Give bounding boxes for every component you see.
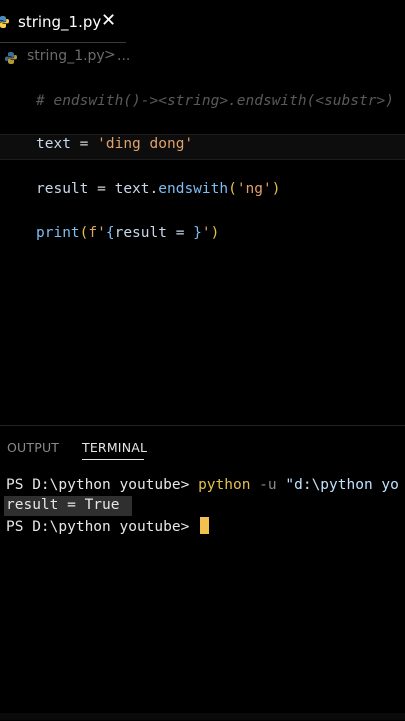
terminal-cursor: [200, 517, 210, 534]
paren-close: ): [210, 225, 220, 241]
assign-operator: =: [70, 136, 98, 152]
method-endswith: endswith: [158, 181, 229, 197]
tab-label: string_1.py: [18, 13, 102, 31]
python-icon: [0, 14, 10, 28]
terminal-prompt: PS D:\python youtube>: [6, 477, 199, 493]
code-line-result: result = text.endswith('ng'): [36, 181, 280, 197]
code-line-text: text = 'ding dong': [36, 136, 193, 152]
active-tab-indicator: [0, 42, 126, 43]
terminal-command-line: PS D:\python youtube> python -u "d:\pyth…: [6, 477, 399, 493]
fstring-end: ': [201, 225, 211, 241]
assign-operator: =: [88, 181, 115, 197]
fstring-brace-open: {: [105, 225, 115, 241]
terminal-argument: "d:\python yo: [285, 477, 399, 493]
terminal-output-line: result = True: [6, 497, 120, 513]
identifier-result: result: [36, 181, 89, 197]
bottom-panel: OUTPUT TERMINAL PS D:\python youtube> py…: [0, 425, 405, 721]
breadcrumb: string_1.py > ...: [0, 44, 405, 68]
fstring-brace-close: }: [193, 225, 202, 241]
paren-open: (: [228, 181, 237, 197]
breadcrumb-more[interactable]: ...: [117, 48, 130, 64]
tab-string-1-py[interactable]: string_1.py ✕: [0, 0, 126, 42]
string-literal: 'ng': [236, 181, 272, 197]
paren-close: ): [271, 181, 281, 197]
active-panel-tab-indicator: [82, 459, 144, 460]
terminal-prompt: PS D:\python youtube>: [6, 519, 199, 535]
status-bar-edge: [0, 713, 405, 720]
terminal-input-line[interactable]: PS D:\python youtube>: [6, 517, 210, 535]
terminal-command: python: [198, 477, 251, 493]
breadcrumb-file[interactable]: string_1.py: [27, 48, 105, 64]
identifier-text: text: [114, 181, 150, 197]
editor-tab-bar: string_1.py ✕: [0, 0, 405, 44]
tab-output[interactable]: OUTPUT: [7, 440, 59, 455]
code-editor[interactable]: # endswith()-><string>.endswith(<substr>…: [0, 68, 405, 425]
fstring-prefix: f': [88, 225, 106, 241]
function-print: print: [36, 225, 80, 241]
tab-terminal[interactable]: TERMINAL: [82, 440, 147, 455]
chevron-right-icon: >: [104, 47, 116, 63]
code-comment-line: # endswith()-><string>.endswith(<substr>…: [36, 93, 394, 109]
close-icon[interactable]: ✕: [101, 11, 116, 31]
identifier-text: text: [36, 136, 71, 152]
string-literal: 'ding dong': [97, 136, 194, 152]
python-icon: [4, 50, 18, 64]
fstring-expression: result =: [114, 225, 194, 241]
terminal-flag: -u: [250, 477, 286, 493]
dot-operator: .: [149, 181, 159, 197]
code-line-print: print(f'{result = }'): [36, 225, 219, 241]
